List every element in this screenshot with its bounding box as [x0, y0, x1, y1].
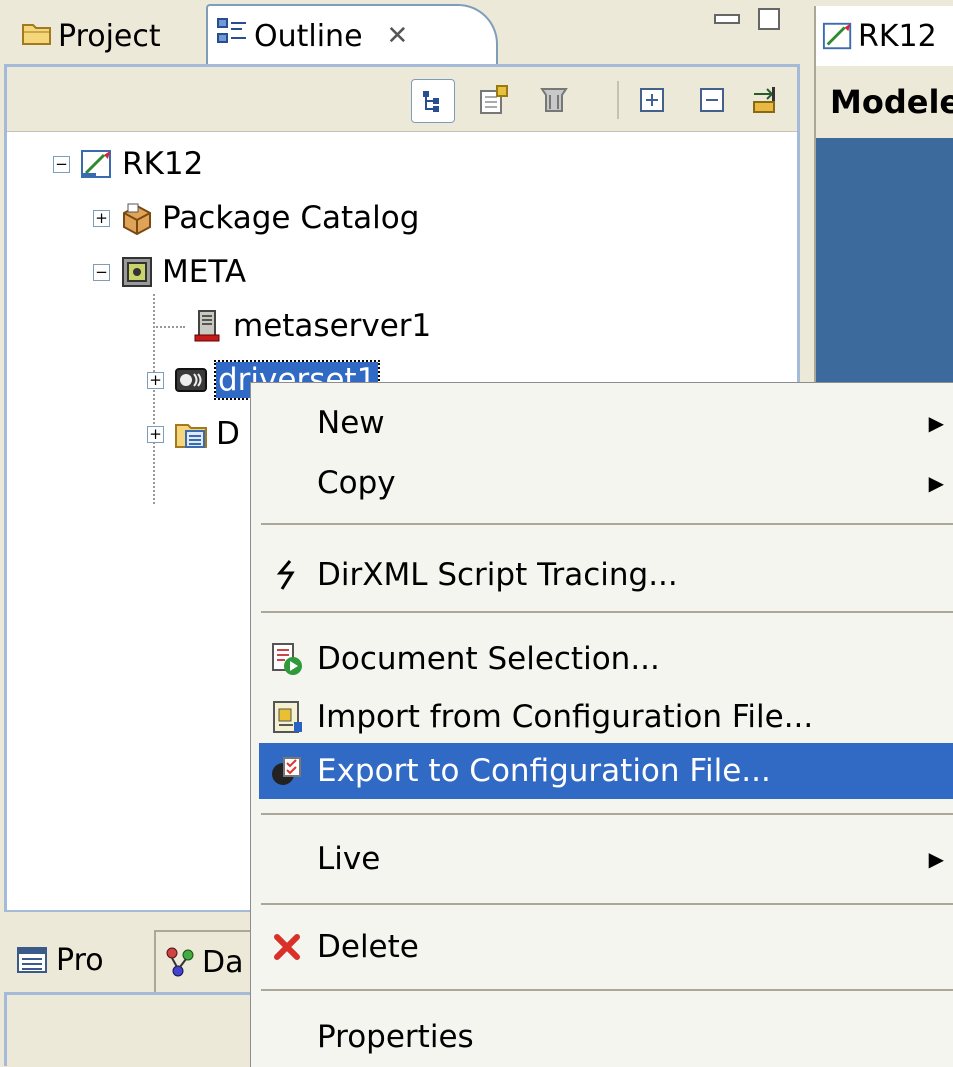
menu-item-properties[interactable]: Properties	[259, 1009, 953, 1065]
collapse-toggle[interactable]: −	[53, 155, 70, 173]
tree-label: metaserver1	[233, 308, 432, 344]
document-selection-icon	[269, 641, 305, 677]
server-icon	[194, 310, 220, 342]
context-menu: New ▶ Copy ▶ DirXML Script Tracing... Do…	[250, 382, 953, 1067]
tree-node-package-catalog[interactable]: + Package Catalog	[93, 192, 419, 244]
trace-icon	[269, 557, 305, 593]
outline-icon	[216, 16, 248, 56]
menu-separator	[261, 813, 953, 815]
tab-pro-label: Pro	[56, 942, 104, 978]
sync-icon	[753, 87, 775, 113]
collapse-all-icon	[700, 88, 724, 112]
minimize-button[interactable]	[714, 14, 740, 24]
meta-icon	[122, 257, 152, 287]
export-icon	[269, 753, 305, 789]
collapse-toggle[interactable]: −	[93, 263, 110, 281]
menu-item-import-config[interactable]: Import from Configuration File...	[259, 689, 953, 745]
tab-da-label: Da	[202, 944, 244, 980]
import-icon	[269, 699, 305, 735]
collapse-all-button[interactable]	[691, 79, 733, 121]
menu-separator	[261, 903, 953, 905]
tree-node-rk12[interactable]: − RK12	[53, 138, 203, 190]
expand-all-button[interactable]	[631, 79, 673, 121]
tree-node-meta[interactable]: − META	[93, 246, 246, 298]
tab-project-label: Project	[58, 18, 161, 54]
editor-tab-label: RK12	[858, 18, 937, 54]
tab-outline-label: Outline	[254, 18, 363, 54]
menu-separator	[261, 523, 953, 525]
tab-outline[interactable]: Outline ✕	[206, 4, 498, 66]
library-icon	[175, 424, 207, 448]
submenu-arrow-icon: ▶	[928, 411, 944, 435]
sync-button[interactable]	[745, 79, 787, 121]
menu-item-copy[interactable]: Copy ▶	[259, 455, 953, 511]
tab-dataflow[interactable]: Da	[154, 930, 254, 992]
modeler-icon	[81, 150, 111, 178]
menu-item-live[interactable]: Live ▶	[259, 831, 953, 887]
tree-connector	[153, 326, 185, 328]
properties-icon	[17, 947, 47, 973]
menu-separator	[261, 611, 953, 613]
menu-item-new[interactable]: New ▶	[259, 395, 953, 451]
filter-button[interactable]	[533, 79, 575, 121]
menu-separator	[261, 989, 953, 991]
document-icon	[480, 85, 508, 114]
tab-project[interactable]: Project	[4, 6, 204, 66]
menu-item-delete[interactable]: Delete	[259, 919, 953, 975]
tree-label: RK12	[122, 146, 204, 182]
filter-icon	[540, 88, 568, 112]
modeler-icon	[822, 22, 852, 50]
driverset-icon	[175, 368, 207, 392]
new-view-button[interactable]	[473, 79, 515, 121]
submenu-arrow-icon: ▶	[928, 471, 944, 495]
tree-label: META	[162, 254, 247, 290]
expand-toggle[interactable]: +	[147, 371, 164, 389]
dataflow-icon	[166, 947, 194, 977]
menu-item-document-selection[interactable]: Document Selection...	[259, 631, 953, 687]
tree-link-icon	[423, 91, 439, 112]
menu-item-export-config[interactable]: Export to Configuration File...	[259, 743, 953, 799]
outline-toolbar	[7, 67, 797, 132]
tree-node-metaserver1[interactable]: metaserver1	[191, 300, 431, 352]
editor-tab-rk12[interactable]: RK12	[814, 6, 953, 66]
close-icon[interactable]: ✕	[387, 21, 409, 51]
tree-node-partial[interactable]: + D	[147, 408, 240, 460]
package-icon	[123, 203, 151, 235]
tree-label: Package Catalog	[162, 200, 420, 236]
maximize-button[interactable]	[758, 8, 780, 30]
submenu-arrow-icon: ▶	[928, 847, 944, 871]
expand-all-icon	[640, 88, 664, 112]
menu-item-script-tracing[interactable]: DirXML Script Tracing...	[259, 547, 953, 603]
toolbar-separator	[617, 81, 619, 119]
expand-toggle[interactable]: +	[147, 425, 164, 443]
editor-header: Modeler	[814, 66, 953, 138]
link-with-editor-button[interactable]	[411, 79, 455, 123]
tree-label: D	[216, 416, 240, 452]
folder-icon	[22, 19, 52, 54]
expand-toggle[interactable]: +	[93, 209, 110, 227]
delete-icon	[269, 929, 305, 965]
tab-properties[interactable]: Pro	[16, 930, 104, 990]
